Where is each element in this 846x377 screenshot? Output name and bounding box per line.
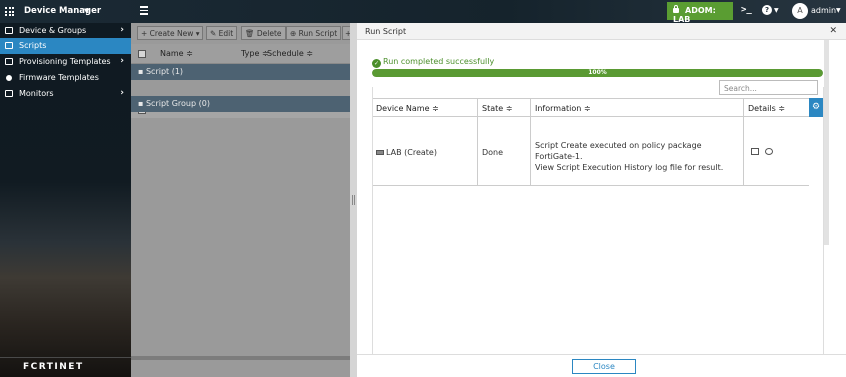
lock-icon — [673, 5, 679, 13]
chevron-right-icon: › — [120, 56, 124, 66]
cli-console-icon[interactable]: >_ — [741, 5, 752, 15]
hamburger-menu-icon[interactable] — [140, 6, 148, 17]
information-line: Script Create executed on policy package… — [535, 141, 702, 161]
panel-resize-handle[interactable] — [350, 23, 357, 377]
delete-button[interactable]: 🗑 Delete — [241, 26, 286, 40]
user-name[interactable]: admin — [811, 6, 836, 15]
status-message: ✓ Run completed successfully — [372, 57, 494, 68]
run-script-dialog: Run Script ✕ ✓ Run completed successfully… — [357, 23, 846, 377]
adom-badge[interactable]: ADOM: LAB — [667, 2, 733, 24]
cell-details — [744, 117, 809, 186]
progress-label: 100% — [588, 69, 607, 76]
sidebar-item-label: Firmware Templates — [19, 73, 99, 82]
search-input[interactable]: Search... — [719, 80, 818, 95]
cell-information: Script Create executed on policy package… — [531, 117, 744, 186]
template-icon — [5, 58, 13, 65]
avatar[interactable]: A — [792, 3, 808, 19]
sidebar-item-label: Provisioning Templates — [19, 57, 111, 66]
check-circle-icon: ✓ — [372, 59, 381, 68]
column-name[interactable]: Name ≑ — [160, 49, 193, 58]
cell-device-name: LAB (Create) — [372, 117, 478, 186]
top-bar: Device Manager ▼ ADOM: LAB >_ ? ▼ A admi… — [0, 0, 846, 24]
close-icon[interactable]: ✕ — [829, 26, 837, 36]
column-information[interactable]: Information ≑ — [531, 99, 744, 118]
chevron-down-icon[interactable]: ▼ — [84, 7, 89, 15]
device-icon — [376, 150, 384, 155]
group-row-script[interactable]: ▪ Script (1) — [131, 64, 350, 80]
sidebar-item-monitors[interactable]: Monitors › — [0, 86, 131, 102]
chevron-right-icon: › — [120, 25, 124, 35]
sidebar-item-label: Device & Groups — [19, 26, 87, 35]
close-button[interactable]: Close — [572, 359, 636, 374]
information-line: View Script Execution History log file f… — [535, 163, 724, 172]
devices-icon — [5, 27, 13, 34]
script-list-panel: + Create New ▾ ✎ Edit 🗑 Delete ⊕ Run Scr… — [131, 23, 352, 377]
dialog-body: ✓ Run completed successfully 100% Search.… — [372, 53, 825, 354]
column-schedule[interactable]: Schedule ≑ — [267, 49, 313, 58]
gear-icon[interactable]: ⚙ — [809, 98, 823, 117]
device-name: LAB (Create) — [386, 148, 437, 157]
column-type[interactable]: Type ≑ — [241, 49, 269, 58]
create-new-button[interactable]: + Create New ▾ — [137, 26, 204, 40]
app-grid-icon[interactable] — [5, 7, 14, 16]
chevron-right-icon: › — [120, 88, 124, 98]
app-title[interactable]: Device Manager — [24, 6, 101, 16]
vertical-scrollbar[interactable] — [824, 40, 829, 245]
divider — [372, 87, 373, 354]
search-detail-icon[interactable] — [765, 148, 773, 155]
sidebar-item-firmware-templates[interactable]: Firmware Templates — [0, 70, 131, 86]
edit-button[interactable]: ✎ Edit — [206, 26, 238, 40]
column-details[interactable]: Details ≑ — [744, 99, 809, 118]
sidebar-item-provisioning-templates[interactable]: Provisioning Templates › — [0, 54, 131, 70]
progress-bar: 100% — [372, 69, 823, 77]
fortinet-logo: FCRTINET — [23, 362, 84, 372]
sidebar-item-device-groups[interactable]: Device & Groups › — [0, 23, 131, 39]
view-log-icon[interactable] — [751, 148, 759, 155]
grid-header: Name ≑ Type ≑ Schedule ≑ — [131, 44, 350, 64]
column-device-name[interactable]: Device Name ≑ — [372, 99, 478, 118]
column-state[interactable]: State ≑ — [478, 99, 531, 118]
script-icon — [5, 42, 13, 49]
table-row: LAB (Create) Done Script Create executed… — [372, 117, 809, 186]
firmware-icon — [6, 75, 12, 81]
divider — [0, 357, 131, 358]
chevron-down-icon[interactable]: ▼ — [836, 7, 841, 14]
monitor-icon — [5, 90, 13, 97]
adom-label: ADOM: LAB — [673, 6, 716, 24]
dialog-title: Run Script — [365, 27, 407, 36]
sidebar-item-label: Monitors — [19, 89, 54, 98]
table-header: Device Name ≑ State ≑ Information ≑ Deta… — [372, 98, 809, 118]
sidebar: Device & Groups › Scripts Provisioning T… — [0, 23, 131, 377]
status-text: Run completed successfully — [383, 57, 495, 66]
sidebar-item-scripts[interactable]: Scripts — [0, 38, 131, 54]
dialog-header: Run Script ✕ — [357, 23, 846, 40]
select-all-checkbox[interactable] — [138, 50, 146, 58]
grip-icon — [352, 195, 355, 205]
cell-state: Done — [478, 117, 531, 186]
group-row-script-group[interactable]: ▪ Script Group (0) — [131, 96, 350, 112]
help-icon[interactable]: ? — [762, 5, 772, 15]
chevron-down-icon[interactable]: ▼ — [774, 7, 779, 14]
run-script-button[interactable]: ⊕ Run Script — [286, 26, 342, 40]
toolbar: + Create New ▾ ✎ Edit 🗑 Delete ⊕ Run Scr… — [131, 23, 352, 44]
sidebar-item-label: Scripts — [19, 41, 47, 50]
dialog-footer: Close — [357, 354, 846, 377]
horizontal-scrollbar[interactable] — [131, 356, 350, 360]
